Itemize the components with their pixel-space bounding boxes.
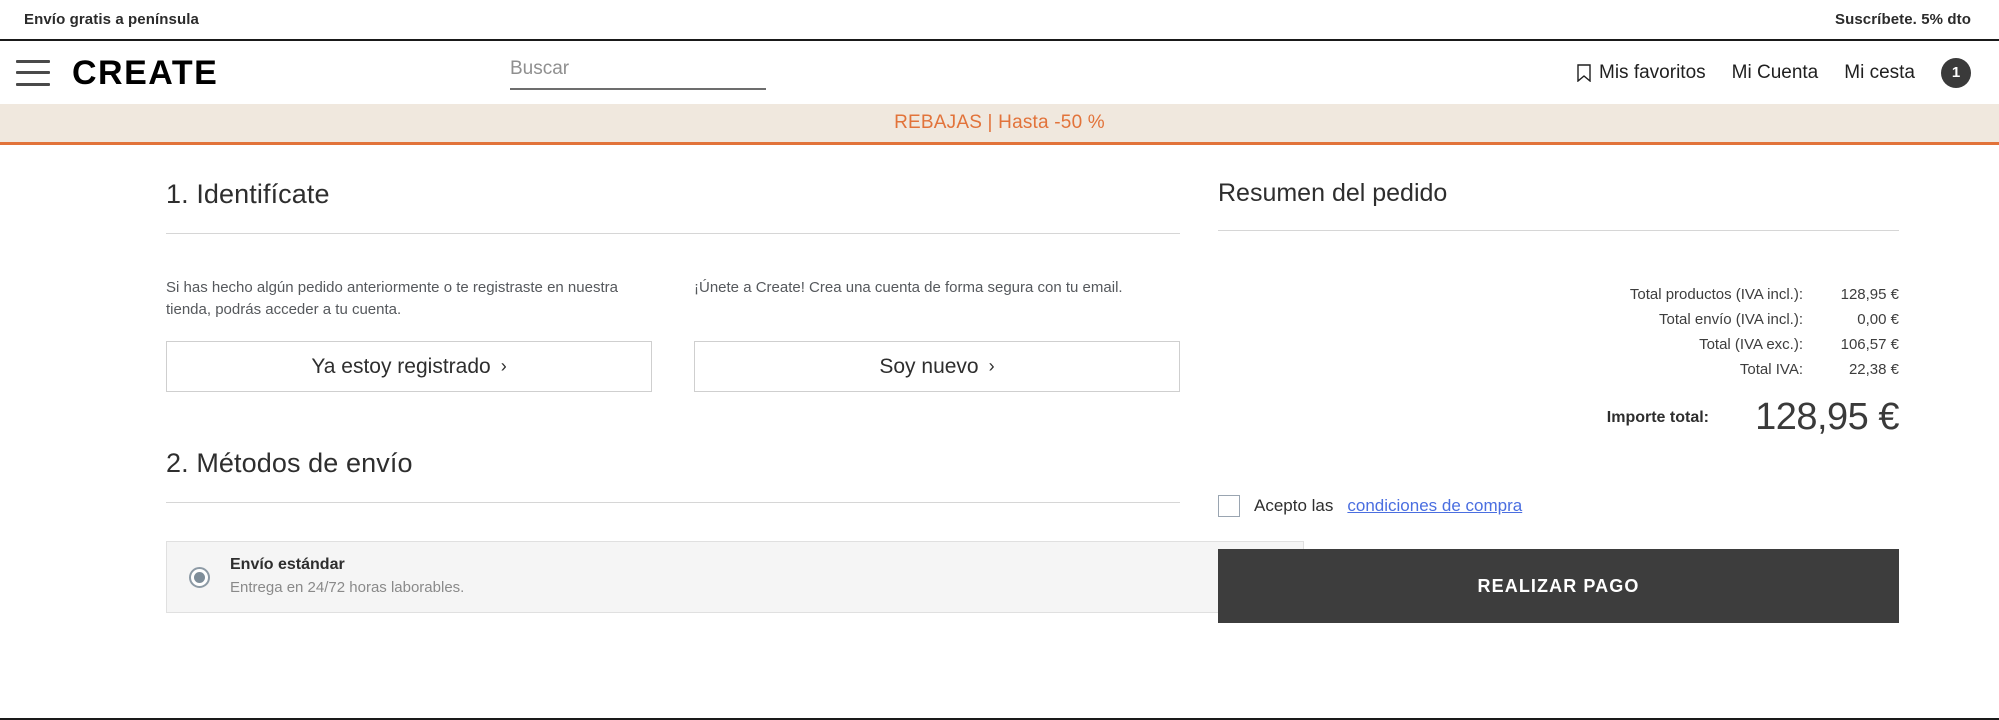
shipping-option-row[interactable]: Envío estándar Entrega en 24/72 horas la… <box>166 541 1304 613</box>
grand-total-row: Importe total: 128,95 € <box>1218 396 1900 439</box>
new-customer-block: ¡Únete a Create! Crea una cuenta de form… <box>694 277 1180 392</box>
already-registered-button[interactable]: Ya estoy registrado › <box>166 341 652 392</box>
hamburger-bar <box>16 59 50 63</box>
total-row-value: 106,57 € <box>1840 336 1899 353</box>
bookmark-icon <box>1577 63 1591 82</box>
nav-cart[interactable]: Mi cesta <box>1844 62 1915 84</box>
identify-options: Si has hecho algún pedido anteriormente … <box>166 277 1180 392</box>
total-row: Total productos (IVA incl.): 128,95 € <box>1218 286 1899 303</box>
existing-customer-block: Si has hecho algún pedido anteriormente … <box>166 277 652 392</box>
nav-account[interactable]: Mi Cuenta <box>1732 62 1819 84</box>
terms-label: Acepto las <box>1254 496 1334 515</box>
order-totals: Total productos (IVA incl.): 128,95 € To… <box>1218 286 1900 439</box>
grand-total-value: 128,95 € <box>1755 396 1899 438</box>
hamburger-icon[interactable] <box>16 59 50 86</box>
divider <box>166 502 1180 503</box>
total-row-value: 128,95 € <box>1840 286 1899 303</box>
total-row-label: Total IVA: <box>1739 361 1803 378</box>
step-shipping-title: 2. Métodos de envío <box>166 448 413 478</box>
terms-link[interactable]: condiciones de compra <box>1347 496 1522 516</box>
nav-favorites-label: Mis favoritos <box>1599 61 1706 83</box>
new-customer-help: ¡Únete a Create! Crea una cuenta de form… <box>694 279 1123 296</box>
search-container <box>510 55 766 90</box>
checkout-steps: 1. Identifícate Si has hecho algún pedid… <box>0 179 1304 717</box>
existing-customer-help: Si has hecho algún pedido anteriormente … <box>166 279 618 318</box>
already-registered-label: Ya estoy registrado <box>311 354 491 378</box>
checkout-body: 1. Identifícate Si has hecho algún pedid… <box>0 145 1999 717</box>
search-input[interactable] <box>510 55 766 90</box>
terms-checkbox[interactable] <box>1218 495 1240 517</box>
cart-count-badge[interactable]: 1 <box>1941 57 1971 88</box>
step-shipping: 2. Métodos de envío Envío estándar Entre… <box>166 448 1304 613</box>
radio-selected-dot <box>194 571 205 583</box>
step-identify: 1. Identifícate Si has hecho algún pedid… <box>166 179 1180 392</box>
shipping-radio[interactable] <box>189 566 210 588</box>
site-logo[interactable]: CREATE <box>72 56 218 90</box>
total-row-value: 0,00 € <box>1857 311 1899 328</box>
terms-acceptance: Acepto las condiciones de compra <box>1218 495 1899 517</box>
shipping-notice: Envío gratis a península <box>24 11 199 28</box>
header-nav: Mis favoritos Mi Cuenta Mi cesta 1 <box>1577 57 1971 88</box>
place-order-button[interactable]: REALIZAR PAGO <box>1218 549 1899 623</box>
chevron-right-icon: › <box>988 356 995 376</box>
announcement-bar: Envío gratis a península Suscríbete. 5% … <box>0 0 1999 41</box>
total-row: Total IVA: 22,38 € <box>1218 361 1899 378</box>
divider <box>166 233 1180 234</box>
total-row: Total envío (IVA incl.): 0,00 € <box>1218 311 1899 328</box>
nav-favorites[interactable]: Mis favoritos <box>1577 62 1706 84</box>
grand-total-label: Importe total: <box>1606 408 1709 426</box>
sale-banner[interactable]: REBAJAS | Hasta -50 % <box>0 104 1999 145</box>
subscribe-promo[interactable]: Suscríbete. 5% dto <box>1835 11 1971 28</box>
total-row-value: 22,38 € <box>1848 361 1899 378</box>
hamburger-bar <box>16 82 50 86</box>
shipping-option-name: Envío estándar <box>230 556 345 574</box>
total-row-label: Total envío (IVA incl.): <box>1659 311 1803 328</box>
order-summary-title: Resumen del pedido <box>1218 179 1448 207</box>
total-row-label: Total (IVA exc.): <box>1699 336 1803 353</box>
shipping-option-description: Entrega en 24/72 horas laborables. <box>230 579 465 597</box>
order-summary-panel: Resumen del pedido Total productos (IVA … <box>1180 179 1999 717</box>
shipping-option-info: Envío estándar Entrega en 24/72 horas la… <box>230 555 464 598</box>
chevron-right-icon: › <box>500 356 507 376</box>
new-customer-button[interactable]: Soy nuevo › <box>694 341 1180 392</box>
divider <box>1218 230 1899 231</box>
step-identify-title: 1. Identifícate <box>166 179 330 209</box>
hamburger-bar <box>16 71 50 74</box>
new-customer-label: Soy nuevo <box>879 354 979 378</box>
total-row: Total (IVA exc.): 106,57 € <box>1218 336 1899 353</box>
total-row-label: Total productos (IVA incl.): <box>1629 286 1803 303</box>
site-header: CREATE Mis favoritos Mi Cuenta Mi cesta … <box>0 41 1999 104</box>
